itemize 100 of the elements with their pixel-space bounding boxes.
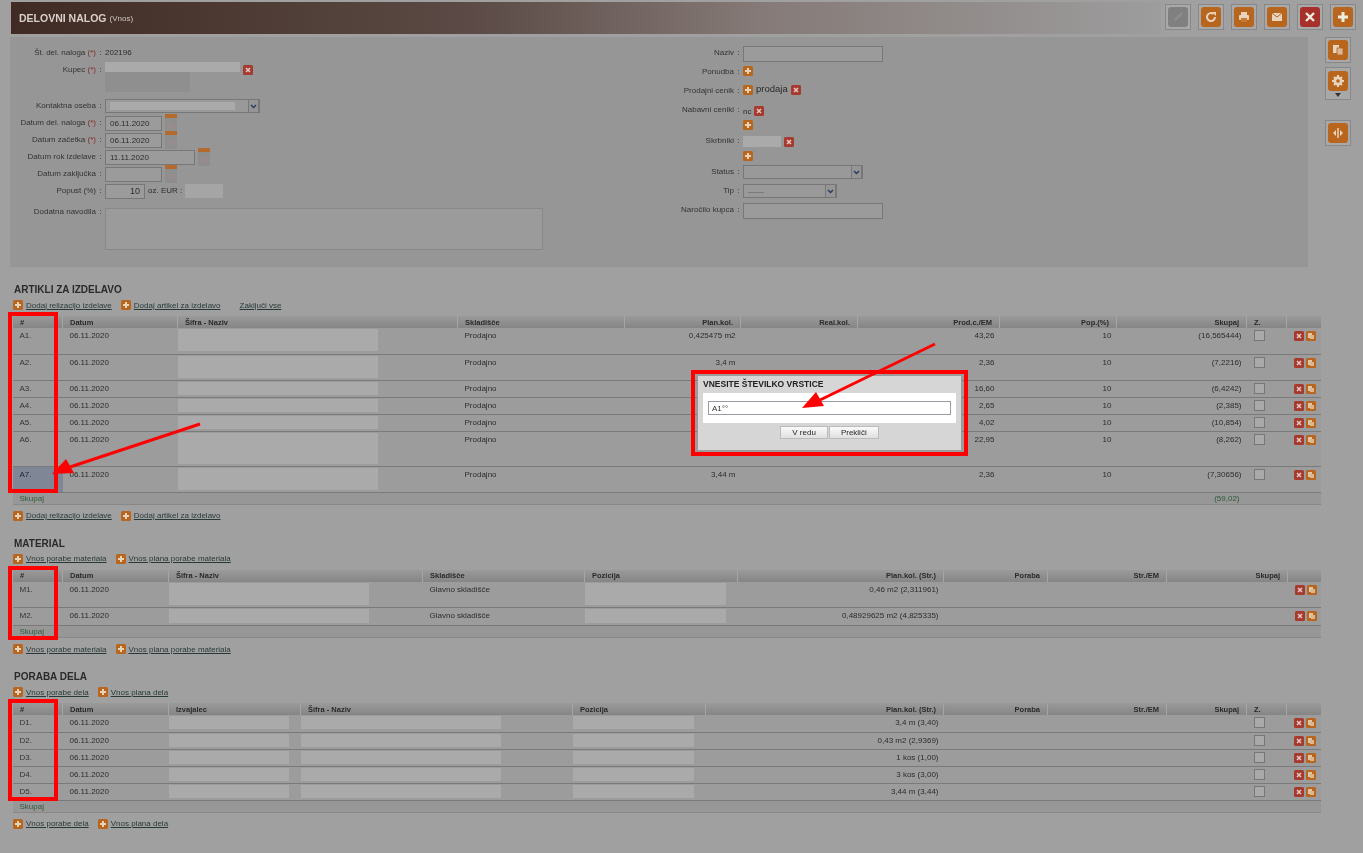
row-number[interactable]: A5.: [19, 417, 32, 427]
dropdown-caret-icon[interactable]: [825, 184, 836, 198]
date-field[interactable]: 06.11.2020: [105, 116, 162, 131]
checkbox[interactable]: [1253, 416, 1265, 428]
checkbox[interactable]: [1253, 433, 1265, 445]
add-icon[interactable]: [120, 300, 131, 310]
action-link[interactable]: Dodaj artikel za izdelavo: [133, 511, 221, 520]
remove-icon[interactable]: [1293, 434, 1304, 445]
checkbox[interactable]: [1253, 330, 1265, 341]
select-field[interactable]: [105, 99, 260, 113]
action-link[interactable]: Zaključi vse: [239, 300, 282, 310]
refresh-button[interactable]: [1198, 4, 1224, 30]
remove-icon[interactable]: [1293, 331, 1304, 341]
date-field[interactable]: [105, 167, 162, 182]
copy-button[interactable]: [1325, 37, 1351, 63]
remove-icon[interactable]: [1294, 611, 1305, 621]
row-number[interactable]: D2.: [19, 735, 32, 745]
remove-icon[interactable]: [1293, 786, 1304, 797]
checkbox[interactable]: [1253, 768, 1265, 780]
remove-icon[interactable]: [1293, 400, 1304, 411]
add-icon[interactable]: [97, 818, 108, 829]
checkbox[interactable]: [1253, 751, 1265, 763]
remove-icon[interactable]: [1293, 357, 1304, 368]
add-icon[interactable]: [13, 644, 23, 654]
copy-icon[interactable]: [1305, 383, 1316, 394]
select-field[interactable]: ------: [743, 184, 837, 198]
copy-icon[interactable]: [1305, 357, 1316, 368]
text-field[interactable]: [743, 46, 883, 62]
date-field[interactable]: 11.11.2020: [105, 150, 195, 165]
action-link[interactable]: Vnos plana porabe materiala: [128, 644, 231, 654]
copy-icon[interactable]: [1306, 611, 1317, 621]
remove-icon[interactable]: [1293, 769, 1304, 780]
row-number[interactable]: A1.: [19, 331, 32, 340]
action-link[interactable]: Vnos plana porabe materiala: [128, 554, 231, 563]
row-number[interactable]: D5.: [19, 786, 32, 796]
action-link[interactable]: Vnos porabe materiala: [26, 554, 107, 563]
row-number[interactable]: M2.: [19, 611, 33, 620]
add-icon[interactable]: [120, 510, 131, 521]
add-icon[interactable]: [13, 553, 23, 564]
dropdown-caret-icon[interactable]: [248, 99, 259, 113]
copy-icon[interactable]: [1305, 434, 1316, 445]
remove-icon[interactable]: [790, 85, 801, 95]
action-link[interactable]: Vnos porabe dela: [26, 687, 89, 697]
add-icon[interactable]: [13, 818, 23, 829]
add-icon[interactable]: [743, 120, 753, 130]
remove-icon[interactable]: [1293, 417, 1304, 428]
dialog-button[interactable]: V redu: [780, 426, 828, 439]
settings-button[interactable]: [1325, 67, 1351, 100]
checkbox[interactable]: [1253, 785, 1265, 797]
add-icon[interactable]: [743, 151, 753, 161]
action-link[interactable]: Vnos porabe dela: [26, 819, 89, 828]
remove-icon[interactable]: [754, 106, 765, 116]
dropdown-caret-icon[interactable]: [851, 165, 862, 179]
add-icon[interactable]: [13, 510, 23, 521]
checkbox[interactable]: [1253, 717, 1265, 728]
copy-icon[interactable]: [1306, 584, 1317, 595]
action-link[interactable]: Vnos plana dela: [110, 687, 169, 697]
action-link[interactable]: Vnos plana dela: [110, 819, 169, 828]
copy-icon[interactable]: [1305, 786, 1316, 797]
remove-icon[interactable]: [1293, 383, 1304, 394]
add-icon[interactable]: [743, 85, 753, 95]
checkbox[interactable]: [1253, 468, 1265, 480]
remove-icon[interactable]: [1293, 718, 1304, 728]
add-icon[interactable]: [97, 687, 108, 697]
split-button[interactable]: [1325, 120, 1351, 146]
select-field[interactable]: [743, 165, 863, 179]
row-number[interactable]: A3.: [19, 383, 32, 393]
copy-icon[interactable]: [1305, 400, 1316, 411]
remove-icon[interactable]: [1293, 469, 1304, 480]
row-number[interactable]: D1.: [19, 718, 32, 727]
copy-icon[interactable]: [1305, 752, 1316, 763]
action-link[interactable]: Dodaj artikel za izdelavo: [133, 300, 221, 310]
copy-icon[interactable]: [1305, 417, 1316, 428]
date-field[interactable]: 06.11.2020: [105, 133, 162, 148]
remove-icon[interactable]: [1294, 584, 1305, 595]
checkbox[interactable]: [1253, 734, 1265, 746]
print-button[interactable]: [1231, 4, 1257, 30]
checkbox[interactable]: [1253, 399, 1265, 411]
action-link[interactable]: Dodaj relizacijo izdelave: [26, 300, 112, 310]
row-number[interactable]: A6.: [19, 434, 32, 444]
row-number[interactable]: A7.: [19, 469, 32, 479]
checkbox[interactable]: [1253, 356, 1265, 368]
row-number[interactable]: M1.: [19, 584, 33, 594]
discount-field[interactable]: 10: [105, 184, 145, 199]
add-icon[interactable]: [13, 687, 23, 697]
add-icon[interactable]: [13, 300, 23, 310]
remove-icon[interactable]: [1293, 752, 1304, 763]
add-icon[interactable]: [743, 66, 753, 76]
action-link[interactable]: Dodaj relizacijo izdelave: [26, 511, 112, 520]
remove-icon[interactable]: [784, 137, 794, 147]
copy-icon[interactable]: [1305, 718, 1316, 728]
copy-icon[interactable]: [1305, 331, 1316, 341]
close-button[interactable]: [1297, 4, 1323, 30]
add-button[interactable]: [1330, 4, 1356, 30]
copy-icon[interactable]: [1305, 735, 1316, 746]
email-button[interactable]: [1264, 4, 1290, 30]
copy-icon[interactable]: [1305, 469, 1316, 480]
row-number[interactable]: A4.: [19, 400, 32, 410]
dialog-button[interactable]: Prekliči: [828, 426, 879, 439]
action-link[interactable]: Vnos porabe materiala: [26, 644, 107, 654]
